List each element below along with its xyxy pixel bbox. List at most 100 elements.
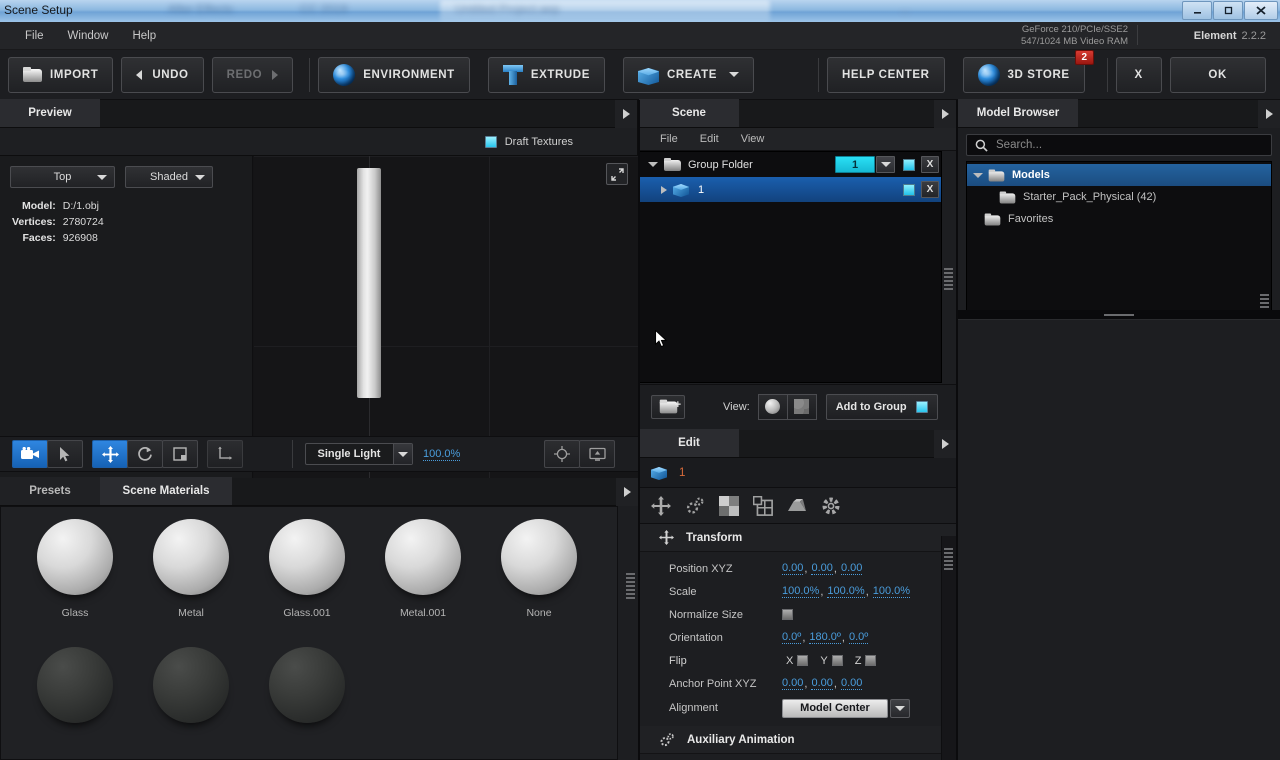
list-item[interactable]: Favorites <box>967 208 1271 230</box>
visibility-checkbox[interactable] <box>903 159 915 171</box>
material-item[interactable] <box>17 647 133 759</box>
tab-scene-materials[interactable]: Scene Materials <box>100 477 232 505</box>
view-angle-dropdown[interactable]: Top <box>10 166 115 188</box>
preview-panel-menu-button[interactable] <box>615 100 637 128</box>
settings-icon[interactable] <box>821 496 841 516</box>
scale-z[interactable]: 100.0% <box>872 585 911 598</box>
light-intensity-value[interactable]: 100.0% <box>423 448 461 461</box>
material-item[interactable]: Metal.001 <box>365 519 481 647</box>
section-header-transform[interactable]: Transform <box>639 524 956 552</box>
render-view-button[interactable] <box>579 440 615 468</box>
import-button[interactable]: IMPORT <box>8 56 114 93</box>
table-row[interactable]: 1 X <box>640 177 941 202</box>
visibility-checkbox[interactable] <box>903 184 915 196</box>
draft-textures-checkbox[interactable] <box>484 135 497 148</box>
shading-dropdown[interactable]: Shaded <box>125 166 213 188</box>
scene-menu-view[interactable]: View <box>732 131 774 147</box>
orientation-z[interactable]: 0.0º <box>848 631 869 644</box>
edit-scrollbar[interactable] <box>944 548 953 572</box>
light-mode-dropdown[interactable]: Single Light <box>305 443 413 465</box>
tab-scene[interactable]: Scene <box>639 99 739 127</box>
camera-tool-button[interactable] <box>12 440 48 468</box>
flip-y-checkbox[interactable] <box>831 655 843 666</box>
materials-icon[interactable] <box>719 495 739 516</box>
center-view-button[interactable] <box>544 440 580 468</box>
environment-button[interactable]: ENVIRONMENT <box>318 56 470 93</box>
flip-z-checkbox[interactable] <box>865 655 877 666</box>
chevron-down-icon[interactable] <box>648 162 658 167</box>
scale-x[interactable]: 100.0% <box>782 585 820 598</box>
material-item[interactable] <box>133 647 249 759</box>
search-input[interactable] <box>996 139 1271 151</box>
animation-icon[interactable] <box>685 496 705 516</box>
material-item[interactable]: None <box>481 519 597 647</box>
normalize-size-checkbox[interactable] <box>782 609 793 620</box>
axis-tool-button[interactable] <box>207 440 243 468</box>
expand-viewport-button[interactable] <box>606 163 628 185</box>
anchor-x[interactable]: 0.00 <box>782 677 804 690</box>
materials-panel-menu-button[interactable] <box>616 478 638 506</box>
help-center-button[interactable]: HELP CENTER <box>827 56 945 93</box>
add-to-group-button[interactable]: Add to Group <box>825 393 938 420</box>
move-tool-button[interactable] <box>92 440 128 468</box>
view-single-button[interactable] <box>757 393 788 420</box>
position-z[interactable]: 0.00 <box>840 562 863 575</box>
tab-edit[interactable]: Edit <box>639 429 739 457</box>
scene-menu-file[interactable]: File <box>651 131 687 147</box>
select-tool-button[interactable] <box>47 440 83 468</box>
menu-file[interactable]: File <box>14 26 55 46</box>
position-x[interactable]: 0.00 <box>782 562 804 575</box>
model-browser-menu-button[interactable] <box>1258 100 1280 128</box>
group-count-dropdown[interactable] <box>876 156 895 173</box>
vertical-splitter-left[interactable] <box>638 100 640 760</box>
tab-preview[interactable]: Preview <box>0 99 100 127</box>
material-item[interactable] <box>249 647 365 759</box>
model-browser-splitter[interactable] <box>958 310 1280 319</box>
3d-viewport[interactable] <box>254 156 638 478</box>
orientation-x[interactable]: 0.0º <box>782 631 802 644</box>
alignment-dropdown[interactable]: Model Center <box>782 698 888 718</box>
chevron-right-icon[interactable] <box>661 185 667 194</box>
close-button[interactable] <box>1244 1 1278 20</box>
tab-presets[interactable]: Presets <box>0 477 100 505</box>
chevron-down-icon[interactable] <box>973 172 983 178</box>
search-bar[interactable] <box>966 134 1272 156</box>
menu-help[interactable]: Help <box>121 26 167 46</box>
materials-scrollbar[interactable] <box>626 573 635 599</box>
add-folder-button[interactable]: + <box>651 394 685 419</box>
orientation-y[interactable]: 180.0º <box>809 631 841 644</box>
material-item[interactable]: Glass <box>17 519 133 647</box>
list-item[interactable]: Models <box>967 164 1271 186</box>
delete-row-button[interactable]: X <box>921 156 939 173</box>
section-header-auxiliary-animation[interactable]: Auxiliary Animation <box>639 726 956 754</box>
group-count-field[interactable]: 1 <box>835 156 875 173</box>
minimize-button[interactable] <box>1182 1 1212 20</box>
list-item[interactable]: Starter_Pack_Physical (42) <box>967 186 1271 208</box>
tab-model-browser[interactable]: Model Browser <box>958 99 1078 127</box>
scene-menu-edit[interactable]: Edit <box>691 131 728 147</box>
scene-tree-scrollbar[interactable] <box>944 268 953 292</box>
menu-window[interactable]: Window <box>57 26 120 46</box>
add-to-group-checkbox[interactable] <box>915 400 928 413</box>
anchor-z[interactable]: 0.00 <box>840 677 863 690</box>
flip-x-checkbox[interactable] <box>797 655 809 666</box>
groups-icon[interactable] <box>752 495 773 516</box>
maximize-button[interactable] <box>1213 1 1243 20</box>
material-item[interactable]: Metal <box>133 519 249 647</box>
create-button[interactable]: CREATE <box>622 56 754 93</box>
edit-panel-menu-button[interactable] <box>934 430 956 458</box>
ok-button[interactable]: OK <box>1169 56 1266 93</box>
anchor-y[interactable]: 0.00 <box>811 677 833 690</box>
view-multi-button[interactable] <box>786 393 817 420</box>
3d-store-button[interactable]: 3D STORE 2 <box>962 49 1094 93</box>
extrude-icon[interactable] <box>787 496 807 516</box>
position-y[interactable]: 0.00 <box>811 562 833 575</box>
vertical-splitter-right[interactable] <box>956 100 958 760</box>
redo-button[interactable]: REDO <box>211 56 294 93</box>
extrude-button[interactable]: EXTRUDE <box>487 56 605 93</box>
scene-panel-menu-button[interactable] <box>934 100 956 128</box>
material-item[interactable]: Glass.001 <box>249 519 365 647</box>
transform-icon[interactable] <box>651 495 671 516</box>
rotate-tool-button[interactable] <box>127 440 163 468</box>
undo-button[interactable]: UNDO <box>121 56 204 93</box>
